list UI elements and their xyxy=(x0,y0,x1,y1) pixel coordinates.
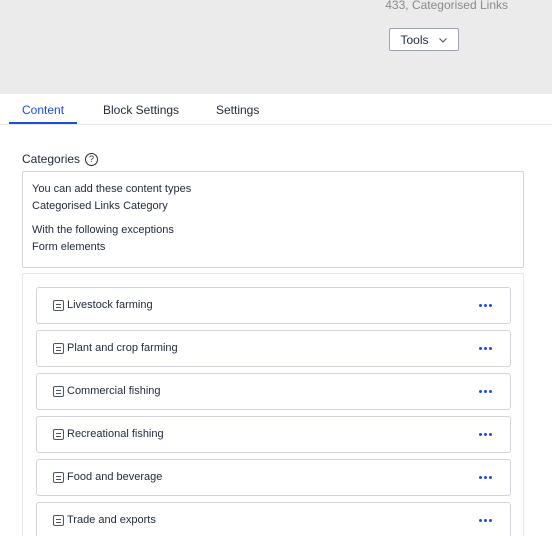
item-label: Livestock farming xyxy=(67,299,153,311)
document-icon xyxy=(53,515,64,526)
categories-heading: Categories ? xyxy=(22,152,99,166)
item-label: Commercial fishing xyxy=(67,385,161,397)
item-label: Food and beverage xyxy=(67,471,163,483)
tab-settings[interactable]: Settings xyxy=(216,103,259,117)
active-tab-indicator xyxy=(9,122,77,124)
list-item[interactable]: Livestock farming xyxy=(36,287,511,324)
allowed-types-info: You can add these content types Categori… xyxy=(22,171,524,268)
tab-block-settings[interactable]: Block Settings xyxy=(103,103,179,117)
allowed-types-title: You can add these content types xyxy=(32,183,192,195)
category-list: Livestock farming Plant and crop farming… xyxy=(22,273,524,536)
block-meta: 433, Categorised Links xyxy=(385,0,508,12)
list-item[interactable]: Commercial fishing xyxy=(36,373,511,410)
more-options-icon[interactable] xyxy=(475,468,495,486)
document-icon xyxy=(53,386,64,397)
page-header: 433, Categorised Links Tools xyxy=(0,0,552,94)
tab-content[interactable]: Content xyxy=(22,103,64,117)
tab-bar: Content Block Settings Settings xyxy=(0,94,552,125)
list-item[interactable]: Plant and crop farming xyxy=(36,330,511,367)
list-item[interactable]: Recreational fishing xyxy=(36,416,511,453)
more-options-icon[interactable] xyxy=(475,382,495,400)
exceptions-title: With the following exceptions xyxy=(32,224,174,236)
allowed-types-value: Categorised Links Category xyxy=(32,200,168,212)
help-icon[interactable]: ? xyxy=(85,152,99,166)
item-label: Recreational fishing xyxy=(67,428,164,440)
item-label: Trade and exports xyxy=(67,514,156,526)
document-icon xyxy=(53,472,64,483)
document-icon xyxy=(53,343,64,354)
item-label: Plant and crop farming xyxy=(67,342,178,354)
chevron-down-icon xyxy=(438,37,447,43)
categories-label: Categories xyxy=(22,152,81,166)
tools-dropdown-button[interactable]: Tools xyxy=(389,28,459,51)
document-icon xyxy=(53,429,64,440)
exceptions-value: Form elements xyxy=(32,241,106,253)
more-options-icon[interactable] xyxy=(475,296,495,314)
document-icon xyxy=(53,300,64,311)
more-options-icon[interactable] xyxy=(475,511,495,529)
more-options-icon[interactable] xyxy=(475,425,495,443)
more-options-icon[interactable] xyxy=(475,339,495,357)
list-item[interactable]: Trade and exports xyxy=(36,502,511,536)
tools-label: Tools xyxy=(400,32,429,47)
list-item[interactable]: Food and beverage xyxy=(36,459,511,496)
